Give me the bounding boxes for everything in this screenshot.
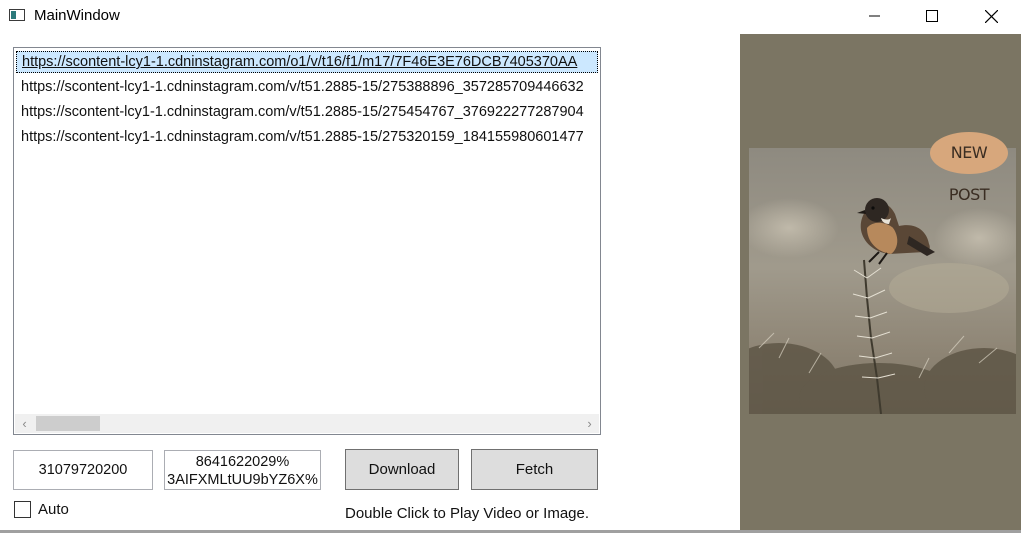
hint-text: Double Click to Play Video or Image. (345, 505, 590, 522)
media-preview[interactable]: NEW POST (740, 34, 1021, 530)
user-id-field[interactable]: 31079720200 (13, 450, 153, 490)
scroll-thumb[interactable] (36, 416, 100, 431)
download-button[interactable]: Download (345, 449, 459, 490)
url-listbox[interactable]: https://scontent-lcy1-1.cdninstagram.com… (13, 47, 601, 435)
list-item[interactable]: https://scontent-lcy1-1.cdninstagram.com… (16, 101, 598, 123)
token-line-1: 8641622029% (195, 454, 290, 470)
maximize-button[interactable] (903, 0, 961, 32)
app-icon (9, 9, 25, 21)
minimize-button[interactable] (846, 0, 904, 32)
list-item[interactable]: https://scontent-lcy1-1.cdninstagram.com… (16, 76, 598, 98)
list-item[interactable]: https://scontent-lcy1-1.cdninstagram.com… (16, 126, 598, 148)
maximize-icon (926, 10, 938, 22)
auto-checkbox-label[interactable]: Auto (38, 501, 69, 518)
new-post-badge: NEW POST (930, 132, 1008, 204)
auto-checkbox[interactable] (14, 501, 31, 518)
close-icon (984, 9, 998, 23)
list-item[interactable]: https://scontent-lcy1-1.cdninstagram.com… (16, 51, 598, 73)
token-field[interactable]: 8641622029% 3AIFXMLtUU9bYZ6X% (164, 450, 321, 490)
close-button[interactable] (962, 0, 1020, 32)
fetch-button[interactable]: Fetch (471, 449, 598, 490)
title-bar: MainWindow (0, 0, 1021, 32)
scroll-left-icon[interactable]: ‹ (15, 414, 34, 433)
minimize-icon (869, 15, 880, 17)
token-line-2: 3AIFXMLtUU9bYZ6X% (167, 472, 318, 488)
window-title: MainWindow (34, 7, 120, 24)
scroll-right-icon[interactable]: › (580, 414, 599, 433)
main-window: MainWindow https://scontent-lcy1-1.cdnin… (0, 0, 1021, 533)
horizontal-scrollbar[interactable]: ‹ › (15, 414, 599, 433)
